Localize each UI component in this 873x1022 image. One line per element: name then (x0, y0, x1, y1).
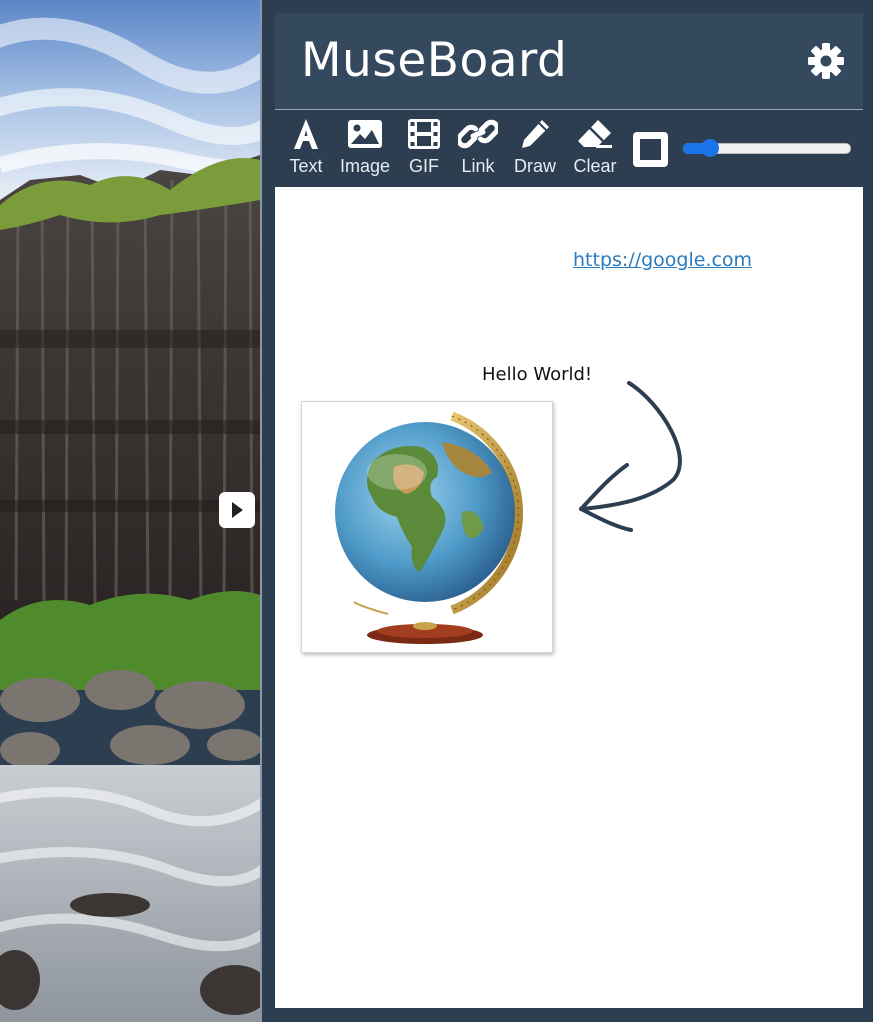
text-tool-button[interactable]: Text (286, 115, 326, 181)
hand-drawn-arrow-icon[interactable] (575, 377, 685, 547)
board-canvas[interactable]: https://google.com Hello World! (275, 187, 863, 1008)
board-link[interactable]: https://google.com (573, 249, 752, 271)
draw-tool-button[interactable]: Draw (512, 115, 558, 181)
tool-label: Link (461, 156, 495, 176)
side-panel: MuseBoard Text Image GIF Link Draw Clear… (262, 0, 873, 1022)
tool-label: Text (289, 156, 323, 176)
pencil-icon (515, 115, 555, 153)
slider-thumb[interactable] (700, 139, 719, 157)
link-tool-button[interactable]: Link (457, 115, 499, 181)
clear-tool-button[interactable]: Clear (570, 115, 620, 181)
eraser-icon (575, 115, 615, 153)
brush-size-slider[interactable] (683, 138, 851, 158)
toolbar: Text Image GIF Link Draw Clear (275, 111, 863, 186)
link-icon (458, 115, 498, 153)
app-title: MuseBoard (301, 33, 568, 88)
header: MuseBoard (275, 13, 863, 110)
text-icon (286, 115, 326, 153)
gear-icon (805, 43, 847, 86)
globe-icon (302, 411, 552, 656)
tool-label: Draw (513, 156, 556, 176)
tool-label: Image (339, 156, 391, 176)
shape-toggle-button[interactable] (632, 131, 669, 168)
square-outline-icon (632, 132, 669, 172)
play-arrow-icon (230, 501, 244, 519)
image-tool-button[interactable]: Image (339, 115, 391, 181)
board-image[interactable] (301, 401, 553, 653)
collapse-panel-button[interactable] (219, 492, 255, 528)
image-icon (345, 115, 385, 153)
gif-tool-button[interactable]: GIF (404, 115, 444, 181)
tool-label: Clear (573, 156, 617, 176)
film-icon (404, 115, 444, 153)
tool-label: GIF (409, 156, 439, 176)
settings-button[interactable] (805, 40, 847, 82)
